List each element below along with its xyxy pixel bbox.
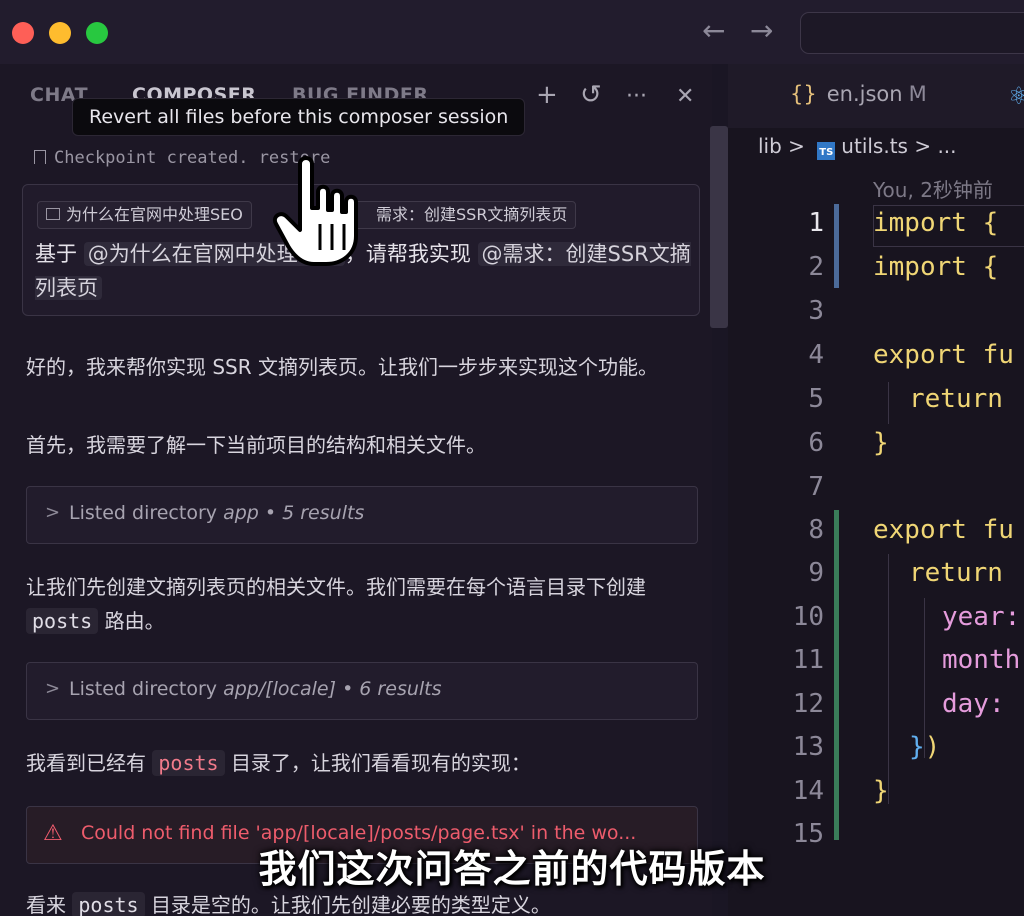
message-text: 让我们先创建文摘列表页的相关文件。我们需要在每个语言目录下创建 <box>26 575 646 599</box>
close-icon[interactable]: ✕ <box>676 84 694 109</box>
tool-call-list-directory[interactable]: > Listed directory app/[locale] • 6 resu… <box>26 662 698 720</box>
code-line[interactable]: return <box>909 558 1003 588</box>
breadcrumb-file[interactable]: utils.ts <box>841 134 908 158</box>
json-file-icon: {} <box>790 82 817 106</box>
command-search-box[interactable] <box>800 12 1024 54</box>
line-number: 3 <box>808 296 824 326</box>
code-token: } <box>909 732 925 762</box>
line-number: 13 <box>792 732 824 762</box>
typescript-file-icon: TS <box>817 142 836 160</box>
indent-guide <box>888 554 889 804</box>
video-subtitle: 我们这次问答之前的代码版本 <box>258 847 766 891</box>
code-token: export <box>873 340 967 370</box>
back-arrow-icon[interactable]: ← <box>702 14 725 47</box>
code-line[interactable]: export fu <box>873 515 1014 545</box>
code-line[interactable]: month <box>942 645 1020 675</box>
context-chip[interactable]: 为什么在官网中处理SEO <box>37 201 252 229</box>
assistant-message: 我看到已经有 posts 目录了，让我们看看现有的实现： <box>26 746 531 780</box>
line-number: 12 <box>792 689 824 719</box>
breadcrumb-folder[interactable]: lib <box>758 134 782 158</box>
more-icon[interactable]: ··· <box>626 84 647 109</box>
context-chip-label: 需求：创建SSR文摘列表页 <box>376 205 568 224</box>
line-number: 5 <box>808 384 824 414</box>
line-number: 14 <box>792 776 824 806</box>
code-token: ) <box>924 732 941 762</box>
close-window-button[interactable] <box>12 22 34 44</box>
code-token: fu <box>966 515 1014 545</box>
editor-tabs: {} en.json M ⚛ <box>728 64 1024 128</box>
code-line[interactable]: export fu <box>873 340 1014 370</box>
code-line[interactable]: }) <box>909 732 940 762</box>
tab-en-json[interactable]: {} en.json M <box>790 82 927 106</box>
indent-guide <box>888 382 889 424</box>
tool-count: • 5 results <box>264 502 365 524</box>
code-line[interactable]: year: <box>942 602 1020 632</box>
line-number: 1 <box>808 208 824 238</box>
tool-call-list-directory[interactable]: > Listed directory app • 5 results <box>26 486 698 544</box>
modified-badge: M <box>908 82 927 106</box>
git-change-indicator <box>834 510 839 840</box>
line-number: 2 <box>808 252 824 282</box>
breadcrumb: lib > TS utils.ts > ... <box>758 134 957 160</box>
tab-label: en.json <box>826 82 903 106</box>
code-token: export <box>873 515 967 545</box>
chevron-right-icon: > <box>45 678 61 699</box>
message-text: 目录了，让我们看看现有的实现： <box>230 751 531 775</box>
line-number: 4 <box>808 340 824 370</box>
code-line[interactable]: import { <box>873 208 998 238</box>
bookmark-icon <box>34 150 46 164</box>
line-number: 6 <box>808 428 824 458</box>
history-icon[interactable]: ↺ <box>580 80 602 110</box>
code-token: fu <box>966 340 1014 370</box>
react-file-icon[interactable]: ⚛ <box>1008 82 1024 110</box>
zoom-window-button[interactable] <box>86 22 108 44</box>
assistant-message: 首先，我需要了解一下当前项目的结构和相关文件。 <box>26 433 486 457</box>
context-chip-label: 为什么在官网中处理SEO <box>66 205 243 224</box>
forward-arrow-icon[interactable]: → <box>750 14 773 47</box>
inline-code: posts <box>72 892 145 916</box>
code-line[interactable]: } <box>873 776 889 806</box>
assistant-message: 好的，我来帮你实现 SSR 文摘列表页。让我们一步步来实现这个功能。 <box>26 355 659 379</box>
message-text: 看来 <box>26 893 66 916</box>
code-line[interactable]: return <box>909 384 1003 414</box>
add-icon[interactable]: + <box>536 80 558 110</box>
line-number: 11 <box>792 645 824 675</box>
message-text: 目录是空的。让我们先创建必要的类型定义。 <box>150 893 551 916</box>
code-line[interactable]: import { <box>873 252 998 282</box>
assistant-message: 让我们先创建文摘列表页的相关文件。我们需要在每个语言目录下创建 posts 路由… <box>26 570 696 638</box>
tool-label: Listed directory <box>69 502 218 524</box>
line-number: 10 <box>792 602 824 632</box>
code-line[interactable]: } <box>873 428 889 458</box>
minimize-window-button[interactable] <box>49 22 71 44</box>
chat-scrollbar[interactable] <box>710 126 728 328</box>
title-bar: ← → <box>0 0 1024 64</box>
git-blame-annotation: You, 2秒钟前 <box>873 178 993 202</box>
line-number: 7 <box>808 472 824 502</box>
tool-path: app/[locale] <box>223 678 337 700</box>
pointer-hand-cursor <box>273 156 358 266</box>
inline-code: posts <box>26 608 99 634</box>
line-number: 8 <box>808 515 824 545</box>
revert-tooltip: Revert all files before this composer se… <box>72 98 526 136</box>
tool-count: • 6 results <box>342 678 442 700</box>
tool-path: app <box>223 502 259 524</box>
code-editor: {} en.json M ⚛ lib > TS utils.ts > ... You,… <box>728 64 1024 916</box>
line-number: 9 <box>808 558 824 588</box>
inline-code: posts <box>152 750 225 776</box>
message-text: 路由。 <box>104 609 165 633</box>
breadcrumb-separator: > <box>788 134 805 158</box>
breadcrumb-more[interactable]: > ... <box>914 134 956 158</box>
tool-label: Listed directory <box>69 678 218 700</box>
document-icon <box>46 208 60 220</box>
prompt-prefix: 基于 <box>35 242 77 266</box>
code-line[interactable]: day: <box>942 689 1005 719</box>
chevron-right-icon: > <box>45 502 61 523</box>
message-text: 我看到已经有 <box>26 751 146 775</box>
git-change-indicator <box>834 204 839 288</box>
